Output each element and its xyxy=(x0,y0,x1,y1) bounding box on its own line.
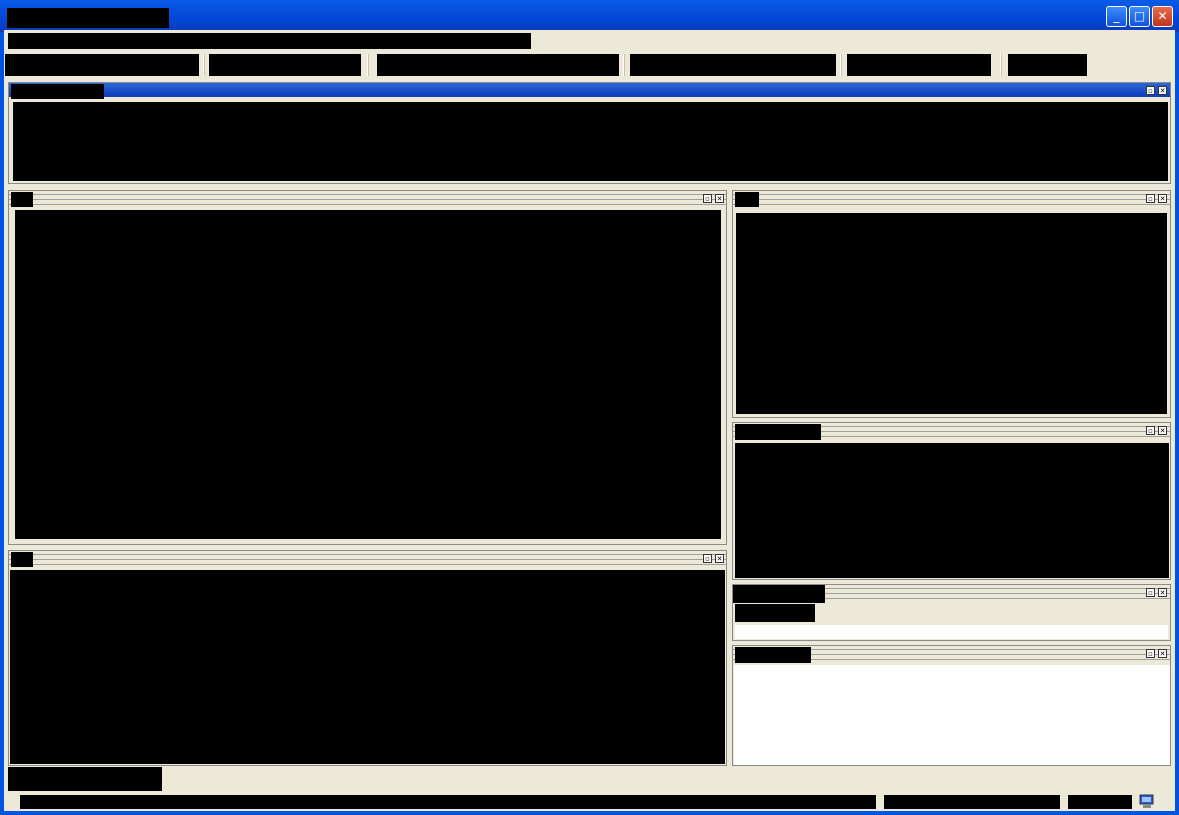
title-bar[interactable]: _ □ ✕ xyxy=(0,0,1179,32)
right-top-pane: ▫ ✕ xyxy=(732,190,1171,418)
close-pane-icon[interactable]: ✕ xyxy=(715,554,724,563)
toolbar-separator xyxy=(203,54,205,76)
right-small-pane-field[interactable] xyxy=(735,604,815,622)
right-bottom-pane-title xyxy=(735,647,811,663)
toolbar-separator xyxy=(840,54,842,76)
close-pane-icon[interactable]: ✕ xyxy=(1158,194,1167,203)
right-small-pane-scrollbar[interactable] xyxy=(735,625,1168,639)
restore-pane-icon[interactable]: ▫ xyxy=(703,194,712,203)
maximize-button[interactable]: □ xyxy=(1129,6,1150,27)
close-icon: ✕ xyxy=(1157,9,1168,23)
top-pane-title xyxy=(11,84,104,99)
status-bar xyxy=(4,792,1175,811)
window-title xyxy=(7,8,169,28)
close-button[interactable]: ✕ xyxy=(1152,6,1173,27)
minimize-icon: _ xyxy=(1113,9,1120,23)
close-pane-icon[interactable]: ✕ xyxy=(1158,426,1167,435)
toolbar-separator xyxy=(1000,54,1002,76)
bottom-left-pane-header[interactable] xyxy=(9,552,726,566)
bottom-left-pane-title xyxy=(11,552,33,567)
right-mid-pane-content[interactable] xyxy=(735,443,1169,578)
restore-pane-icon[interactable]: ▫ xyxy=(1146,588,1155,597)
right-mid-pane-title xyxy=(735,424,821,440)
main-pane-content[interactable] xyxy=(15,210,721,539)
status-main xyxy=(20,795,876,809)
restore-pane-icon[interactable]: ▫ xyxy=(1146,86,1155,95)
toolbar-separator xyxy=(367,54,369,76)
status-tertiary xyxy=(1068,795,1132,809)
top-pane: ▫ ✕ xyxy=(8,82,1171,184)
toolbar-item-4[interactable] xyxy=(630,54,836,76)
restore-pane-icon[interactable]: ▫ xyxy=(703,554,712,563)
right-bottom-pane-content[interactable] xyxy=(734,665,1170,765)
main-pane-header[interactable] xyxy=(9,192,726,206)
toolbar-item-5[interactable] xyxy=(847,54,991,76)
toolbar-separator xyxy=(623,54,625,76)
minimize-button[interactable]: _ xyxy=(1106,6,1127,27)
maximize-icon: □ xyxy=(1133,9,1146,23)
status-secondary xyxy=(884,795,1060,809)
toolbar-item-3[interactable] xyxy=(377,54,619,76)
top-pane-header[interactable] xyxy=(9,83,1170,97)
right-small-pane-title xyxy=(733,585,825,603)
menu-bar[interactable] xyxy=(8,33,531,49)
top-pane-content[interactable] xyxy=(13,102,1168,181)
toolbar xyxy=(4,50,1175,78)
main-pane: ▫ ✕ xyxy=(8,190,727,545)
toolbar-item-1[interactable] xyxy=(5,54,199,76)
close-pane-icon[interactable]: ✕ xyxy=(1158,649,1167,658)
right-small-pane: ▫ ✕ xyxy=(732,584,1171,641)
bottom-left-pane: ▫ ✕ xyxy=(8,550,727,766)
main-pane-title xyxy=(11,192,33,207)
right-top-pane-title xyxy=(735,192,759,207)
right-mid-pane: ▫ ✕ xyxy=(732,422,1171,580)
right-top-pane-header[interactable] xyxy=(733,192,1170,206)
toolbar-item-6[interactable] xyxy=(1008,54,1087,76)
restore-pane-icon[interactable]: ▫ xyxy=(1146,194,1155,203)
right-bottom-pane: ▫ ✕ xyxy=(732,645,1171,766)
close-pane-icon[interactable]: ✕ xyxy=(715,194,724,203)
toolbar-item-2[interactable] xyxy=(209,54,361,76)
computer-icon xyxy=(1138,794,1156,809)
close-pane-icon[interactable]: ✕ xyxy=(1158,86,1167,95)
bottom-left-pane-content[interactable] xyxy=(10,570,725,764)
restore-pane-icon[interactable]: ▫ xyxy=(1146,426,1155,435)
close-pane-icon[interactable]: ✕ xyxy=(1158,588,1167,597)
right-top-pane-content[interactable] xyxy=(736,213,1167,414)
bottom-tab[interactable] xyxy=(8,767,162,791)
restore-pane-icon[interactable]: ▫ xyxy=(1146,649,1155,658)
